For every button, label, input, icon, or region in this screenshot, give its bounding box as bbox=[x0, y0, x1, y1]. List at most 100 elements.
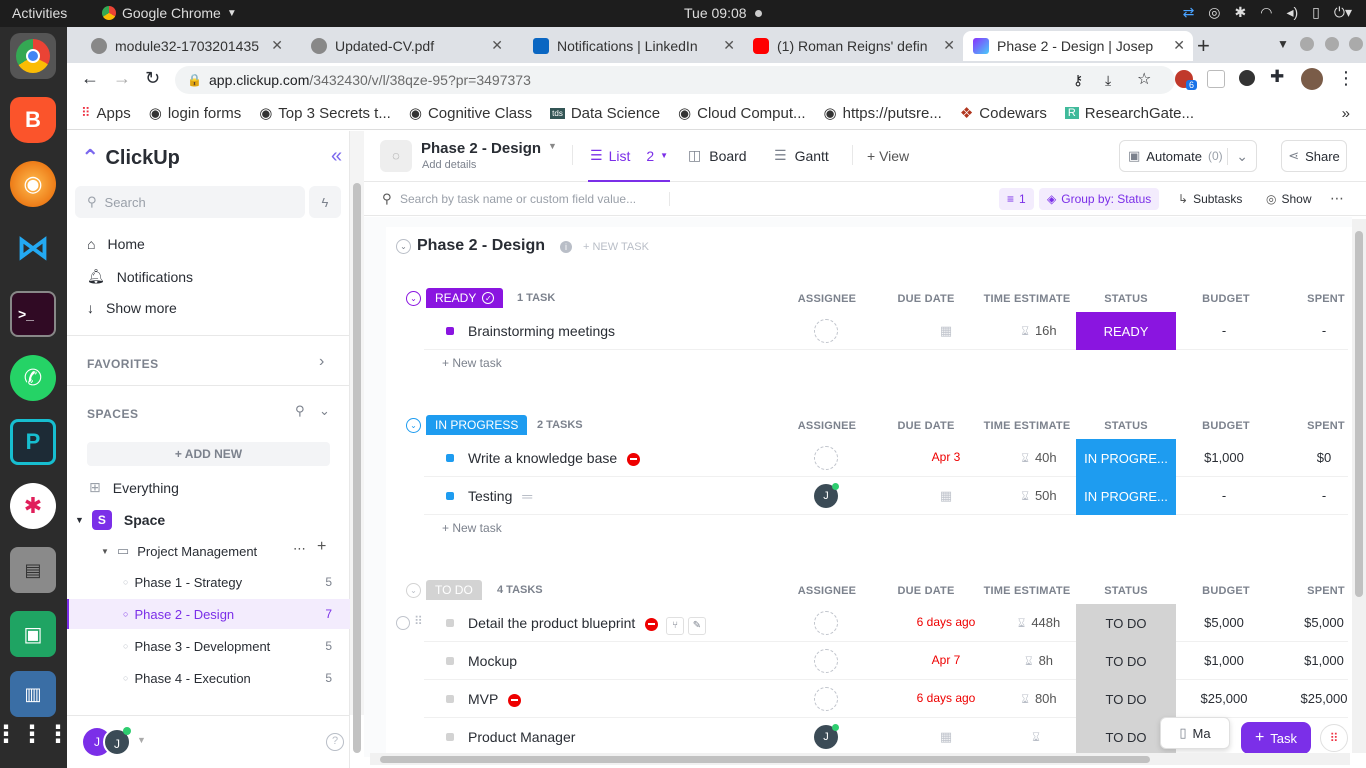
bookmark[interactable]: ◉ Cognitive Class bbox=[409, 104, 532, 123]
new-task-header-button[interactable]: + NEW TASK bbox=[583, 241, 649, 253]
column-header-budget[interactable]: BUDGET bbox=[1186, 293, 1266, 305]
browser-tab[interactable]: Notifications | LinkedIn ✕ bbox=[523, 31, 743, 61]
key-icon[interactable]: ⚷ bbox=[1073, 66, 1083, 94]
extension-icon[interactable] bbox=[1207, 70, 1225, 88]
bookmark[interactable]: ◉ Cloud Comput... bbox=[678, 104, 805, 123]
column-header-budget[interactable]: BUDGET bbox=[1186, 420, 1266, 432]
sidebar-list-item[interactable]: ○ Phase 1 - Strategy 5 bbox=[67, 567, 350, 597]
puzzle-icon[interactable]: ✚ bbox=[1270, 67, 1284, 87]
space-row[interactable]: ▼ S Space bbox=[75, 510, 165, 530]
pcloud-dock-icon[interactable]: P bbox=[10, 419, 56, 465]
column-header-assignee[interactable]: ASSIGNEE bbox=[787, 585, 867, 597]
terminal-dock-icon[interactable]: >_ bbox=[10, 291, 56, 337]
collapse-list-icon[interactable]: ⌄ bbox=[396, 239, 411, 254]
add-icon[interactable]: + bbox=[317, 538, 326, 556]
close-window-icon[interactable] bbox=[1349, 37, 1363, 51]
wifi-icon[interactable]: ◠ bbox=[1260, 4, 1272, 21]
browser-tab[interactable]: module32-1703201435 ✕ bbox=[81, 31, 291, 61]
bookmark-star-icon[interactable]: ☆ bbox=[1137, 66, 1151, 94]
column-header-budget[interactable]: BUDGET bbox=[1186, 585, 1266, 597]
column-header-assignee[interactable]: ASSIGNEE bbox=[787, 420, 867, 432]
drag-handle-icon[interactable]: ⠿ bbox=[414, 614, 423, 628]
status-cell[interactable]: IN PROGRE... bbox=[1076, 439, 1176, 477]
quick-action-button[interactable]: ϟ bbox=[309, 186, 341, 218]
list-icon[interactable]: ◌ bbox=[380, 140, 412, 172]
collapse-sidebar-icon[interactable]: « bbox=[331, 145, 342, 168]
address-bar[interactable]: 🔒 app.clickup.com/3432430/v/l/38qze-95?p… bbox=[175, 66, 1175, 94]
apps-grid-button[interactable]: ⠿ bbox=[1320, 724, 1348, 752]
column-header-due-date[interactable]: DUE DATE bbox=[886, 585, 966, 597]
table-row[interactable]: Brainstorming meetings ▦ ⌛︎ 16h READY - - bbox=[424, 312, 1348, 350]
add-assignee-icon[interactable] bbox=[814, 611, 838, 635]
add-view-button[interactable]: + View bbox=[867, 148, 909, 164]
more-options-icon[interactable]: ⋯ bbox=[293, 541, 306, 557]
clickup-logo[interactable]: ⌃ ClickUp bbox=[81, 145, 180, 171]
sidebar-list-item[interactable]: ○ Phase 3 - Development 5 bbox=[67, 631, 350, 661]
brave-dock-icon[interactable]: B bbox=[10, 97, 56, 143]
show-button[interactable]: ◎ Show bbox=[1266, 192, 1312, 206]
group-status-ready[interactable]: READY ✓ bbox=[426, 288, 504, 308]
install-icon[interactable]: ⤓ bbox=[1105, 66, 1111, 94]
add-assignee-icon[interactable] bbox=[814, 319, 838, 343]
group-status-to-do[interactable]: TO DO bbox=[426, 580, 482, 600]
bookmark[interactable]: ❖ Codewars bbox=[960, 104, 1047, 123]
table-row[interactable]: Write a knowledge base Apr 3 ⌛︎ 40h IN PR… bbox=[424, 439, 1348, 477]
task-name[interactable]: Detail the product blueprint ⑂ ✎ bbox=[468, 615, 706, 635]
column-header-time-estimate[interactable]: TIME ESTIMATE bbox=[977, 585, 1077, 597]
column-header-status[interactable]: STATUS bbox=[1086, 420, 1166, 432]
bookmark-apps[interactable]: ⠿ Apps bbox=[81, 105, 131, 122]
browser-tab-active[interactable]: Phase 2 - Design | Josep ✕ bbox=[963, 31, 1193, 61]
teamviewer-icon[interactable]: ⇄ bbox=[1183, 4, 1195, 21]
due-date-cell[interactable]: Apr 3 bbox=[916, 450, 976, 464]
column-header-due-date[interactable]: DUE DATE bbox=[886, 293, 966, 305]
budget-cell[interactable]: - bbox=[1184, 323, 1264, 338]
new-task-floating-button[interactable]: + Task bbox=[1241, 722, 1311, 754]
due-date-cell[interactable]: 6 days ago bbox=[906, 615, 986, 629]
view-tab-board[interactable]: ◫ Board bbox=[688, 147, 747, 164]
forward-icon[interactable]: → bbox=[113, 68, 131, 89]
chevron-down-icon[interactable]: ▼ bbox=[137, 735, 146, 745]
sidebar-scrollbar[interactable] bbox=[350, 131, 364, 753]
subtasks-button[interactable]: ↳ Subtasks bbox=[1178, 192, 1242, 206]
browser-tab[interactable]: Updated-CV.pdf ✕ bbox=[301, 31, 511, 61]
status-cell[interactable]: TO DO bbox=[1076, 604, 1176, 642]
table-row[interactable]: MVP 6 days ago ⌛︎ 80h TO DO $25,000 $25,0… bbox=[424, 680, 1348, 718]
task-name[interactable]: MVP bbox=[468, 691, 521, 707]
time-estimate[interactable]: ⌛︎ 448h bbox=[999, 615, 1079, 631]
scrollbar-thumb[interactable] bbox=[380, 756, 1150, 763]
collapse-group-icon[interactable]: ⌄ bbox=[406, 583, 421, 598]
time-estimate[interactable]: ⌛︎ bbox=[999, 729, 1079, 745]
more-options-icon[interactable]: ⋯ bbox=[1330, 190, 1344, 207]
show-apps-icon[interactable]: ⋮⋮⋮ bbox=[0, 711, 70, 757]
budget-cell[interactable]: $5,000 bbox=[1184, 615, 1264, 630]
budget-cell[interactable]: - bbox=[1184, 488, 1264, 503]
files-dock-icon[interactable]: ▤ bbox=[10, 547, 56, 593]
add-assignee-icon[interactable] bbox=[814, 446, 838, 470]
close-tab-icon[interactable]: ✕ bbox=[491, 37, 503, 54]
reload-icon[interactable]: ↻ bbox=[145, 68, 160, 89]
due-date-calendar-icon[interactable]: ▦ bbox=[916, 729, 976, 745]
blocked-icon[interactable] bbox=[627, 452, 641, 466]
time-estimate[interactable]: ⌛︎ 8h bbox=[999, 653, 1079, 669]
view-tab-gantt[interactable]: ☰ Gantt bbox=[774, 147, 829, 164]
extension-icon[interactable] bbox=[1239, 70, 1255, 86]
budget-cell[interactable]: $1,000 bbox=[1184, 653, 1264, 668]
back-icon[interactable]: ← bbox=[81, 68, 99, 89]
chevron-down-icon[interactable]: ⌄ bbox=[1227, 147, 1248, 165]
search-spaces-icon[interactable]: ⚲ bbox=[295, 403, 305, 419]
sidebar-item-home[interactable]: ⌂ Home bbox=[87, 236, 145, 252]
battery-icon[interactable]: ▯ bbox=[1312, 4, 1320, 21]
chrome-menu-icon[interactable]: ⋮ bbox=[1337, 68, 1355, 89]
group-by-button[interactable]: ◈ Group by: Status bbox=[1039, 188, 1160, 210]
task-search-input[interactable]: Search by task name or custom field valu… bbox=[400, 192, 670, 206]
browser-tab[interactable]: (1) Roman Reigns' defin ✕ bbox=[743, 31, 963, 61]
close-tab-icon[interactable]: ✕ bbox=[271, 37, 283, 54]
favorites-header[interactable]: FAVORITES bbox=[87, 357, 159, 371]
folder-row[interactable]: ▼ ▭ Project Management bbox=[101, 543, 257, 559]
due-date-calendar-icon[interactable]: ▦ bbox=[916, 323, 976, 339]
status-cell[interactable]: TO DO bbox=[1076, 680, 1176, 718]
chevron-down-icon[interactable]: ▼ bbox=[548, 141, 557, 151]
minimized-task-chip[interactable]: ▯ Ma bbox=[1160, 717, 1230, 749]
sidebar-list-item-active[interactable]: ○ Phase 2 - Design 7 bbox=[67, 599, 350, 629]
task-name[interactable]: Brainstorming meetings bbox=[468, 323, 615, 339]
